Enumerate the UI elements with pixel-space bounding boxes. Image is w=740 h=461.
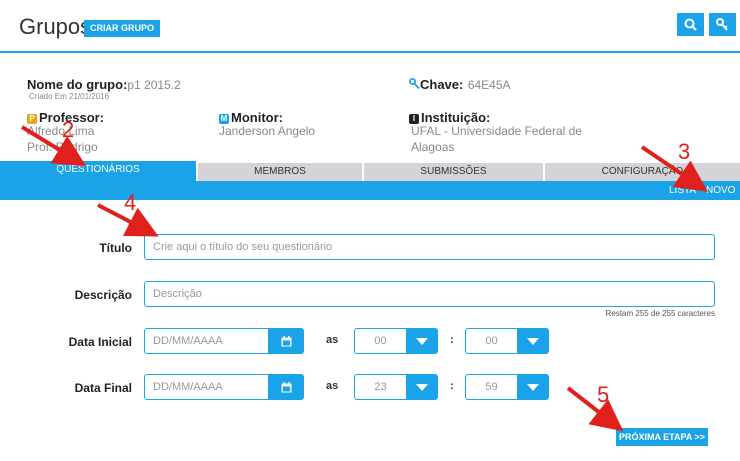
chevron-down-icon: [406, 375, 437, 399]
created-date: Criado Em 21/01/2016: [29, 92, 110, 101]
monitor-name: Janderson Angelo: [219, 124, 316, 138]
title-input[interactable]: Crie aqui o título do seu questionário: [144, 234, 715, 260]
start-as-label: as: [326, 334, 339, 346]
group-key: Chave: 64E45A: [409, 76, 511, 94]
end-hour-value: 23: [374, 381, 387, 393]
end-date-input[interactable]: DD/MM/AAAA: [144, 374, 269, 400]
start-date-input[interactable]: DD/MM/AAAA: [144, 328, 269, 354]
annotation-number-5: 5: [597, 382, 610, 407]
start-date-label: Data Inicial: [68, 335, 132, 349]
end-minute-value: 59: [485, 381, 498, 393]
tab-configuracao[interactable]: CONFIGURAÇÃO: [545, 163, 740, 181]
key-label: Chave:: [420, 77, 464, 92]
monitor-badge-icon: M: [219, 114, 229, 124]
subnav-list-link[interactable]: LISTA: [669, 185, 696, 196]
title-label: Título: [99, 241, 132, 255]
page-title: Grupos: [19, 14, 92, 39]
monitor-label: Monitor:: [231, 110, 283, 125]
annotation-number-4: 4: [124, 190, 137, 215]
annotation-arrow-4: [97, 203, 159, 237]
professor-badge-icon: P: [27, 114, 37, 124]
key-icon: [409, 78, 420, 90]
calendar-icon: [281, 335, 291, 346]
chevron-down-icon: [517, 375, 548, 399]
key-value: 64E45A: [467, 78, 511, 92]
key-icon: [716, 17, 728, 31]
next-step-button[interactable]: PRÓXIMA ETAPA >>: [616, 428, 708, 446]
description-label: Descrição: [74, 288, 132, 302]
end-minute-select[interactable]: 59: [465, 374, 549, 400]
institution-name-1: UFAL - Universidade Federal de: [411, 124, 582, 138]
annotation-number-2: 2: [62, 117, 75, 142]
start-hour-value: 00: [374, 335, 387, 347]
create-group-button[interactable]: CRIAR GRUPO: [84, 20, 161, 37]
end-hour-select[interactable]: 23: [354, 374, 438, 400]
start-minute-value: 00: [485, 335, 498, 347]
group-name-value: p1 2015.2: [127, 78, 181, 92]
professor-name-1: Alfredo Lima: [27, 124, 95, 138]
tab-membros[interactable]: MEMBROS: [198, 163, 364, 181]
calendar-icon: [281, 381, 291, 392]
institution-label: Instituição:: [421, 110, 491, 125]
start-hour-select[interactable]: 00: [354, 328, 438, 354]
end-as-label: as: [326, 380, 339, 392]
search-icon: [684, 18, 697, 31]
description-input[interactable]: Descrição: [144, 281, 715, 307]
subnav-new-link[interactable]: NOVO: [706, 185, 735, 196]
search-button[interactable]: [677, 13, 704, 36]
group-name-label: Nome do grupo:: [27, 77, 128, 92]
tab-submissoes[interactable]: SUBMISSÕES: [364, 163, 545, 181]
end-calendar-button[interactable]: [268, 374, 304, 400]
subnav-bar: [0, 181, 740, 200]
header-divider: [0, 51, 740, 53]
institution-badge-icon: I: [409, 114, 419, 124]
annotation-number-3: 3: [678, 139, 691, 164]
start-minute-select[interactable]: 00: [465, 328, 549, 354]
end-colon: :: [450, 380, 454, 392]
institution-name-2: Alagoas: [411, 140, 455, 154]
char-counter: Restam 255 de 255 caracteres: [605, 309, 715, 318]
chevron-down-icon: [406, 329, 437, 353]
start-colon: :: [450, 334, 454, 346]
tab-questionarios[interactable]: QUESTIONÁRIOS: [0, 161, 198, 181]
end-date-label: Data Final: [74, 381, 132, 395]
start-calendar-button[interactable]: [268, 328, 304, 354]
key-button[interactable]: [709, 13, 736, 36]
chevron-down-icon: [517, 329, 548, 353]
